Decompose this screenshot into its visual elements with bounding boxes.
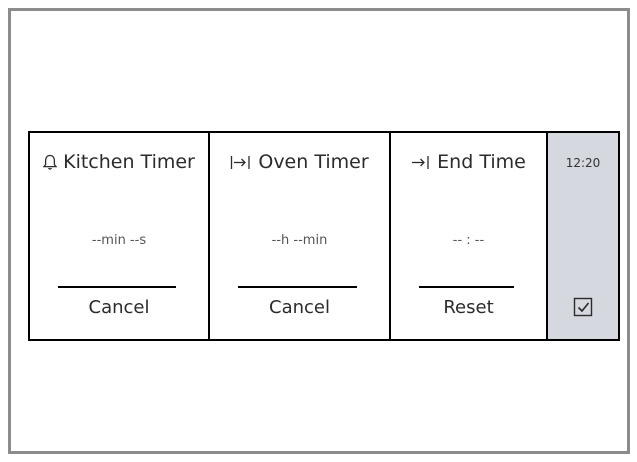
kitchen-timer-divider [58, 286, 176, 288]
end-time-icon [411, 154, 431, 171]
kitchen-timer-value[interactable]: --min --s [30, 233, 208, 248]
timer-panel: Kitchen Timer --min --s Cancel Oven Time… [28, 131, 620, 341]
end-time-column[interactable]: End Time -- : -- Reset [391, 133, 548, 339]
end-time-reset-button[interactable]: Reset [391, 297, 546, 318]
end-time-title: End Time [391, 151, 546, 173]
kitchen-timer-column[interactable]: Kitchen Timer --min --s Cancel [30, 133, 210, 339]
bell-icon [43, 154, 58, 171]
oven-timer-title: Oven Timer [210, 151, 389, 173]
kitchen-timer-cancel-button[interactable]: Cancel [30, 297, 208, 318]
kitchen-timer-title: Kitchen Timer [30, 151, 208, 173]
oven-timer-column[interactable]: Oven Timer --h --min Cancel [210, 133, 391, 339]
oven-timer-label: Oven Timer [258, 151, 369, 173]
clock-display: 12:20 [565, 156, 601, 170]
end-time-value[interactable]: -- : -- [391, 233, 546, 248]
end-time-divider [419, 286, 514, 288]
end-time-label: End Time [437, 151, 526, 173]
oven-timer-value[interactable]: --h --min [210, 233, 389, 248]
oven-timer-icon [230, 154, 252, 171]
kitchen-timer-label: Kitchen Timer [63, 151, 195, 173]
side-panel: 12:20 [548, 133, 618, 339]
oven-timer-divider [238, 286, 357, 288]
device-frame: Kitchen Timer --min --s Cancel Oven Time… [8, 8, 630, 454]
checkbox-check-icon[interactable] [572, 296, 594, 318]
oven-timer-cancel-button[interactable]: Cancel [210, 297, 389, 318]
